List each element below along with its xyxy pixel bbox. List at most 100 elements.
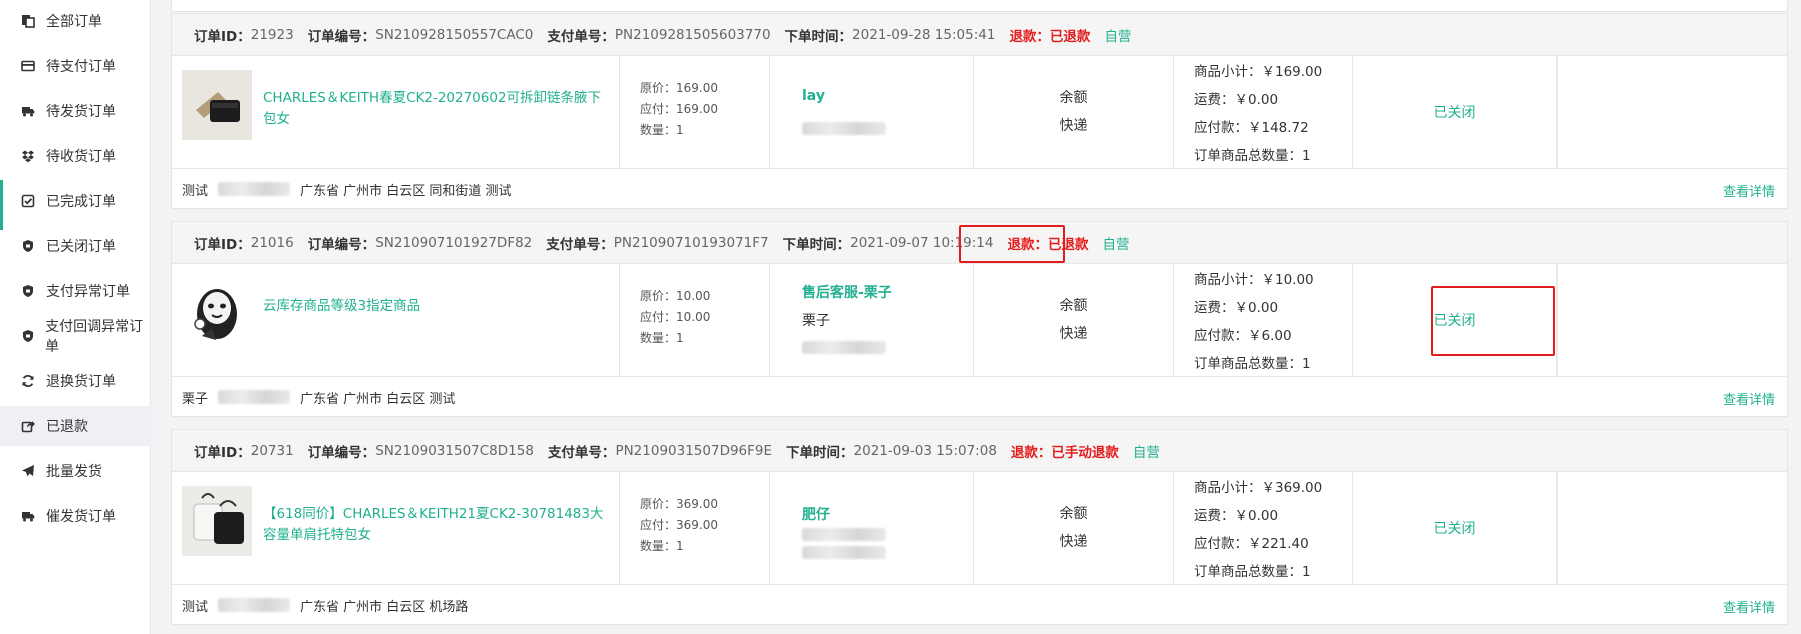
- total-qty-value: 1: [1302, 356, 1311, 372]
- sidebar-item-refunded[interactable]: 已退款: [0, 406, 151, 446]
- shield-icon: [20, 238, 36, 254]
- order-header: 订单ID： 20731 订单编号： SN2109031507C8D158 支付单号：…: [172, 430, 1787, 472]
- original-price-label: 原价：: [640, 81, 677, 95]
- price-cell: 原价：169.00 应付：169.00 数量：1: [620, 56, 770, 169]
- freight-value: ￥0.00: [1234, 92, 1279, 108]
- payment-cell: 余额 快递: [974, 56, 1174, 169]
- summary-cell: 商品小计：￥169.00 运费：￥0.00 应付款：￥148.72 订单商品总数…: [1174, 56, 1352, 169]
- buyer-cell: 肥仔: [770, 472, 974, 585]
- pay-no-value: PN21090710193071F7: [613, 234, 769, 251]
- order-time-label: 下单时间：: [786, 444, 854, 461]
- payable-value: ￥221.40: [1248, 536, 1309, 552]
- actions-cell: [1557, 472, 1789, 585]
- total-qty-label: 订单商品总数量：: [1194, 356, 1302, 372]
- view-detail-link[interactable]: 查看详情: [1723, 597, 1775, 616]
- payment-cell: 余额 快递: [974, 472, 1174, 585]
- sidebar-item-label: 已退款: [46, 419, 88, 435]
- payable-label: 应付款：: [1194, 120, 1248, 136]
- subtotal-value: ￥10.00: [1261, 272, 1314, 288]
- freight-value: ￥0.00: [1234, 300, 1279, 316]
- order-status: 已关闭: [1433, 521, 1476, 537]
- truck-icon: [20, 508, 36, 524]
- product-name-link[interactable]: 【618同价】CHARLES＆KEITH21夏CK2-30781483大容量单肩…: [263, 504, 613, 546]
- product-thumbnail[interactable]: [182, 70, 252, 140]
- view-detail-link[interactable]: 查看详情: [1723, 181, 1775, 200]
- sidebar-item-label: 支付异常订单: [46, 284, 130, 300]
- truck-icon: [20, 103, 36, 119]
- shipping-method: 快递: [1059, 534, 1088, 550]
- shipping-address: 广东省 广州市 白云区 同和街道 测试: [300, 183, 512, 199]
- order-id-label: 订单ID：: [194, 444, 251, 461]
- product-name-link[interactable]: CHARLES＆KEITH春夏CK2-20270602可拆卸链条腋下包女: [263, 88, 613, 130]
- subtotal-value: ￥369.00: [1261, 480, 1323, 496]
- share-square-icon: [20, 418, 36, 434]
- order-header: 订单ID： 21016 订单编号： SN210907101927DF82 支付单号：…: [172, 222, 1787, 264]
- order-time-value: 2021-09-28 15:05:41: [852, 26, 996, 43]
- order-body: 【618同价】CHARLES＆KEITH21夏CK2-30781483大容量单肩…: [172, 472, 1787, 585]
- product-name-link[interactable]: 云库存商品等级3指定商品: [263, 296, 613, 317]
- actions-cell: [1557, 56, 1789, 169]
- order-footer: 测试 广东省 广州市 白云区 机场路 查看详情: [172, 585, 1787, 625]
- total-qty-label: 订单商品总数量：: [1194, 564, 1302, 580]
- sidebar-item-callback-error[interactable]: 支付回调异常订单: [0, 316, 151, 356]
- payable-label: 应付款：: [1194, 536, 1248, 552]
- payment-cell: 余额 快递: [974, 264, 1174, 377]
- buyer-cell: lay: [770, 56, 974, 169]
- original-price-value: 369.00: [676, 497, 719, 511]
- sidebar-item-completed[interactable]: 已完成订单: [0, 181, 151, 221]
- sidebar-item-pending-payment[interactable]: 待支付订单: [0, 46, 151, 86]
- order-id-value: 21923: [250, 26, 294, 43]
- due-price-value: 10.00: [676, 310, 711, 324]
- recipient-name: 测试: [182, 599, 209, 615]
- subtotal-label: 商品小计：: [1194, 480, 1262, 496]
- credit-card-icon: [20, 58, 36, 74]
- quantity-label: 数量：: [640, 539, 677, 553]
- original-price-label: 原价：: [640, 497, 677, 511]
- pay-no-value: PN2109031507D96F9E: [615, 442, 773, 459]
- product-thumbnail[interactable]: [182, 278, 252, 348]
- order-id-label: 订单ID：: [194, 28, 251, 45]
- buyer-name[interactable]: 肥仔: [802, 504, 830, 524]
- quantity-value: 1: [676, 331, 684, 345]
- sidebar-item-pending-shipment[interactable]: 待发货订单: [0, 91, 151, 131]
- sidebar-item-all-orders[interactable]: 全部订单: [0, 1, 151, 41]
- sidebar-item-payment-error[interactable]: 支付异常订单: [0, 271, 151, 311]
- order-card: 订单ID： 21016 订单编号： SN210907101927DF82 支付单号：…: [171, 221, 1788, 417]
- order-id-label: 订单ID：: [194, 236, 251, 253]
- due-price-label: 应付：: [640, 102, 677, 116]
- order-no-label: 订单编号：: [307, 28, 376, 45]
- pay-no-label: 支付单号：: [547, 444, 616, 461]
- view-detail-link[interactable]: 查看详情: [1723, 389, 1775, 408]
- shipping-method: 快递: [1059, 326, 1088, 342]
- refund-status: 退款：已退款: [1007, 236, 1089, 253]
- check-square-icon: [20, 193, 36, 209]
- payable-value: ￥6.00: [1248, 328, 1292, 344]
- freight-label: 运费：: [1194, 508, 1235, 524]
- sidebar-item-closed[interactable]: 已关闭订单: [0, 226, 151, 266]
- sidebar-item-urge-ship[interactable]: 催发货订单: [0, 496, 151, 536]
- sidebar-item-pending-receipt[interactable]: 待收货订单: [0, 136, 151, 176]
- order-no-value: SN210928150557CAC0: [375, 26, 534, 43]
- shield-icon: [20, 283, 36, 299]
- buyer-name[interactable]: 售后客服-栗子: [802, 282, 892, 302]
- product-thumbnail[interactable]: [182, 486, 252, 556]
- redacted-phone: [802, 122, 886, 135]
- sidebar-item-batch-ship[interactable]: 批量发货: [0, 451, 151, 491]
- sidebar-item-label: 待支付订单: [46, 59, 116, 75]
- shield-icon: [20, 328, 35, 344]
- sidebar-item-label: 已关闭订单: [46, 239, 116, 255]
- order-no-value: SN2109031507C8D158: [375, 442, 534, 459]
- self-operated-tag: 自营: [1102, 236, 1130, 253]
- summary-cell: 商品小计：￥369.00 运费：￥0.00 应付款：￥221.40 订单商品总数…: [1174, 472, 1352, 585]
- product-cell: 云库存商品等级3指定商品: [172, 264, 620, 377]
- buyer-name[interactable]: lay: [802, 88, 825, 104]
- document-copy-icon: [20, 13, 36, 29]
- sidebar-item-label: 全部订单: [46, 14, 102, 30]
- order-no-label: 订单编号：: [307, 236, 376, 253]
- quantity-value: 1: [676, 539, 684, 553]
- original-price-value: 169.00: [676, 81, 719, 95]
- quantity-label: 数量：: [640, 331, 677, 345]
- freight-label: 运费：: [1194, 300, 1235, 316]
- subtotal-label: 商品小计：: [1194, 64, 1262, 80]
- sidebar-item-returns[interactable]: 退换货订单: [0, 361, 151, 401]
